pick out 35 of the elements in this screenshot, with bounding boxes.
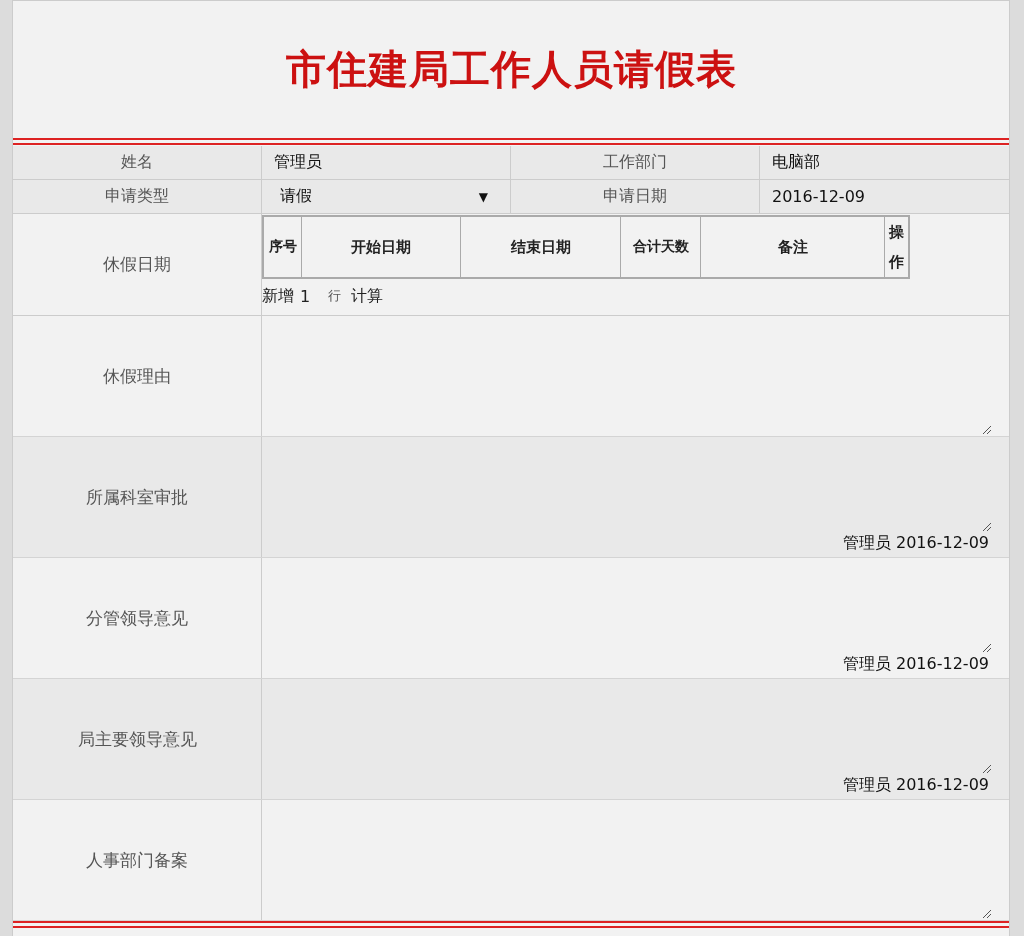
signature-text: 管理员 2016-12-09 xyxy=(842,654,989,675)
column-header: 合计天数 xyxy=(621,217,701,277)
column-header: 序号 xyxy=(264,217,302,277)
row-count-field[interactable]: 1 xyxy=(300,286,328,306)
resize-grip-icon xyxy=(983,644,991,652)
column-header: 备注 xyxy=(701,217,885,277)
select-field[interactable]: 请假 ▼ xyxy=(262,180,511,213)
resize-grip-icon xyxy=(983,426,991,434)
resize-grip-icon xyxy=(983,765,991,773)
input-field[interactable]: 管理员 xyxy=(262,146,511,179)
calculate-link[interactable]: 计算 xyxy=(351,285,383,307)
row-unit: 行 xyxy=(328,287,341,305)
form-title: 市住建局工作人员请假表 xyxy=(285,44,737,94)
caret-icon: ▼ xyxy=(478,189,488,204)
column-header: 操作 xyxy=(888,222,905,273)
field-label: 申请日期 xyxy=(511,180,760,213)
field-label: 局主要领导意见 xyxy=(13,679,262,799)
field-label: 姓名 xyxy=(13,146,262,179)
field-label: 申请类型 xyxy=(13,180,262,213)
input-field[interactable]: 2016-12-09 xyxy=(760,180,1009,213)
field-label: 休假理由 xyxy=(13,316,262,436)
signature-text: 管理员 2016-12-09 xyxy=(842,775,989,796)
field-label: 分管领导意见 xyxy=(13,558,262,678)
input-field[interactable]: 电脑部 xyxy=(760,146,1009,179)
signature-text: 管理员 2016-12-09 xyxy=(842,533,989,554)
field-label: 休假日期 xyxy=(13,214,262,315)
field-label: 人事部门备案 xyxy=(13,800,262,920)
column-header: 开始日期 xyxy=(302,217,461,277)
resize-grip-icon xyxy=(983,910,991,918)
field-label: 所属科室审批 xyxy=(13,437,262,557)
add-label: 新增 xyxy=(262,285,294,307)
resize-grip-icon xyxy=(983,523,991,531)
field-label: 工作部门 xyxy=(511,146,760,179)
column-header: 结束日期 xyxy=(461,217,621,277)
select-value: 请假 xyxy=(280,186,312,207)
